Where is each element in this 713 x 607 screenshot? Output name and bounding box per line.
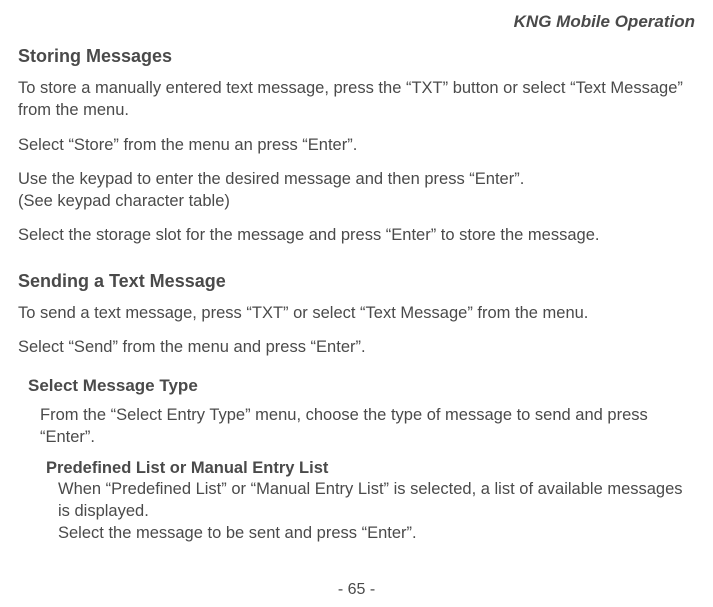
section-storing-title: Storing Messages (18, 46, 695, 67)
section-sending-title: Sending a Text Message (18, 271, 695, 292)
page-number: - 65 - (0, 581, 713, 599)
storing-p3a: Use the keypad to enter the desired mess… (18, 170, 524, 188)
storing-p4: Select the storage slot for the message … (18, 224, 695, 246)
storing-p3: Use the keypad to enter the desired mess… (18, 168, 695, 213)
predefined-list-p2: Select the message to be sent and press … (58, 522, 695, 544)
select-message-type-p1: From the “Select Entry Type” menu, choos… (40, 404, 695, 449)
select-message-type-title: Select Message Type (28, 376, 695, 396)
storing-p3b: (See keypad character table) (18, 192, 230, 210)
predefined-list-p1: When “Predefined List” or “Manual Entry … (58, 478, 695, 523)
storing-p2: Select “Store” from the menu an press “E… (18, 134, 695, 156)
sending-p1: To send a text message, press “TXT” or s… (18, 302, 695, 324)
predefined-list-title: Predefined List or Manual Entry List (46, 459, 695, 478)
storing-p1: To store a manually entered text message… (18, 77, 695, 122)
header-right-title: KNG Mobile Operation (18, 12, 695, 32)
sending-p2: Select “Send” from the menu and press “E… (18, 336, 695, 358)
